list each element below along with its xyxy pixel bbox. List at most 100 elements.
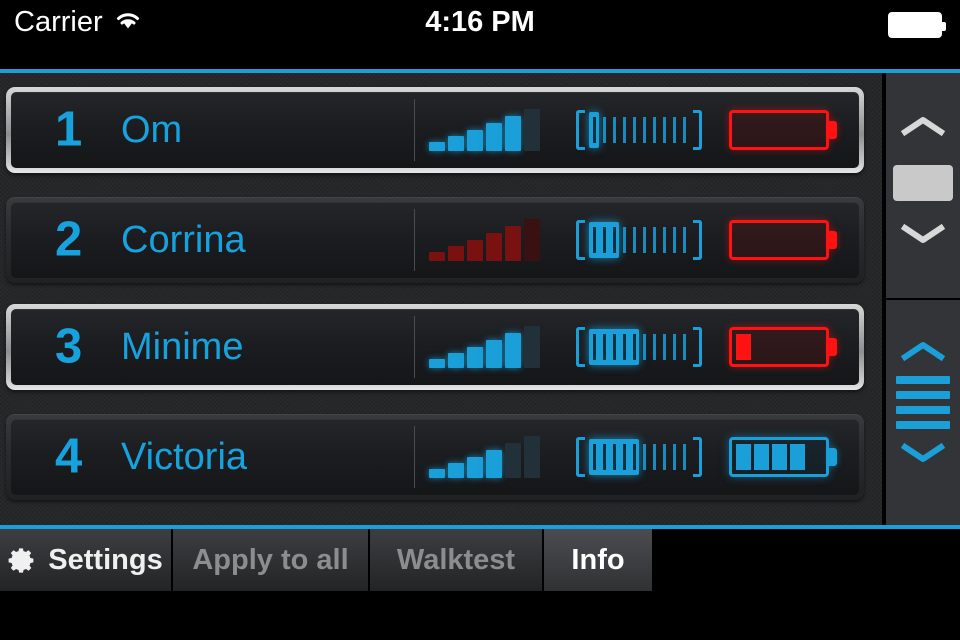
signal-bar [486,233,502,261]
signal-bar [467,347,483,368]
battery-cap [829,448,837,466]
volume-bracket-right [693,110,702,150]
device-name: Corrina [121,219,246,261]
signal-bar [429,142,445,151]
battery-cell [790,444,805,470]
battery-cap [829,121,837,139]
scroll-down-icon[interactable] [900,221,946,247]
battery-cell [736,334,751,360]
volume-bracket-left [576,327,585,367]
volume-bracket-right [693,327,702,367]
signal-bar [524,326,540,368]
signal-strength-icon [429,436,540,478]
volume-tick [649,441,659,473]
signal-bar [467,240,483,261]
volume-tick [629,114,639,146]
volume-tick [649,331,659,363]
volume-tick [679,224,689,256]
signal-bar [505,226,521,261]
signal-bar [467,457,483,478]
volume-meter[interactable] [576,220,702,260]
volume-bracket-right [693,220,702,260]
volume-ticks [589,114,689,146]
level-control-group [886,298,960,525]
level-bar [896,406,950,414]
signal-bar [429,359,445,368]
volume-tick [639,114,649,146]
device-row[interactable]: 2 Corrina [6,197,864,283]
volume-tick [599,114,609,146]
volume-meter[interactable] [576,327,702,367]
volume-tick [639,224,649,256]
signal-bar [524,436,540,478]
device-battery-icon [729,220,837,260]
device-row-inner: 4 Victoria [11,419,859,495]
signal-bar [505,333,521,368]
volume-meter[interactable] [576,110,702,150]
scroll-control-group [886,73,960,298]
volume-fill [589,222,619,258]
volume-bracket-right [693,437,702,477]
device-name: Victoria [121,436,248,478]
device-row[interactable]: 3 Minime [6,304,864,390]
toolbar-button-label: Settings [48,543,163,576]
gear-icon [8,546,37,575]
status-bar-right [888,12,946,38]
signal-strength-icon [429,326,540,368]
toolbar-button-info[interactable]: Info [544,529,654,591]
signal-bar [448,246,464,261]
volume-tick [659,441,669,473]
volume-tick [659,331,669,363]
volume-tick [649,114,659,146]
level-bar [896,391,950,399]
signal-bar [448,136,464,151]
volume-tick [659,224,669,256]
bottom-toolbar: Settings Apply to all Walktest Info [0,529,960,591]
toolbar-button-label: Apply to all [192,543,349,576]
row-divider [414,209,415,271]
volume-tick [669,441,679,473]
level-down-icon[interactable] [900,440,946,466]
signal-bar [486,123,502,151]
volume-meter[interactable] [576,437,702,477]
device-row[interactable]: 4 Victoria [6,414,864,500]
level-bars[interactable] [896,376,950,436]
device-name: Om [121,109,183,151]
toolbar-button-apply-to-all[interactable]: Apply to all [173,529,370,591]
signal-bar [448,463,464,478]
level-bar [896,376,950,384]
signal-strength-icon [429,109,540,151]
battery-body [729,220,829,260]
app-root: Carrier 4:16 PM 1 Om 2 Corrina 3 Minime 4 Victo… [0,0,960,640]
signal-bar [505,443,521,478]
clock-label: 4:16 PM [425,6,535,38]
toolbar-button-walktest[interactable]: Walktest [370,529,544,591]
volume-tick [609,114,619,146]
battery-body [729,110,829,150]
toolbar-button-label: Info [571,543,625,576]
device-number: 4 [55,429,83,484]
signal-bar [486,340,502,368]
device-battery-icon [729,437,837,477]
toolbar-button-settings[interactable]: Settings [0,529,173,591]
volume-tick [619,224,629,256]
volume-tick [629,224,639,256]
scroll-up-icon[interactable] [900,113,946,139]
scroll-thumb[interactable] [893,165,953,201]
volume-tick [679,441,689,473]
device-number: 3 [55,319,83,374]
battery-cells [736,334,751,360]
volume-tick [679,331,689,363]
right-sidebar [886,73,960,525]
device-row[interactable]: 1 Om [6,87,864,173]
row-divider [414,316,415,378]
volume-fill [589,329,639,365]
battery-cell [736,444,751,470]
volume-fill [589,112,599,148]
signal-bar [429,252,445,261]
device-number: 1 [55,102,83,157]
level-up-icon[interactable] [900,338,946,364]
row-divider [414,426,415,488]
signal-bar [429,469,445,478]
battery-cells [736,444,805,470]
